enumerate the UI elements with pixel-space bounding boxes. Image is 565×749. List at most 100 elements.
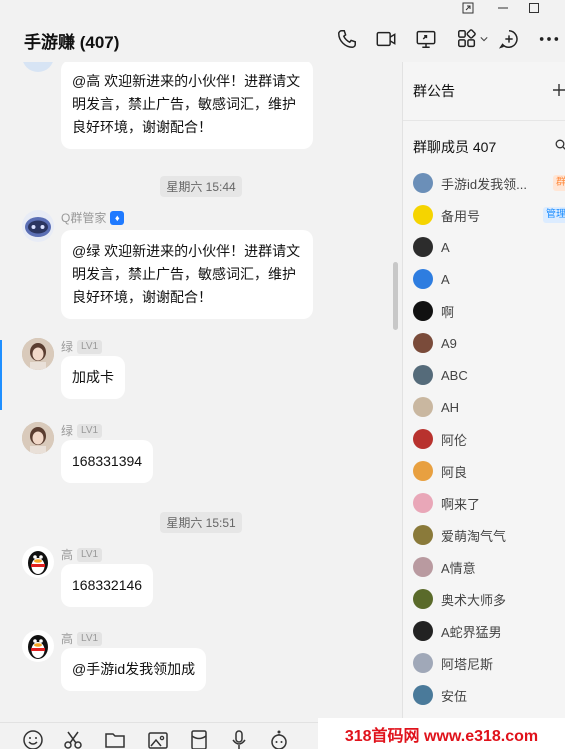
member-avatar[interactable] xyxy=(413,365,433,385)
sender-name[interactable]: 高 xyxy=(61,630,73,647)
member-name: A xyxy=(441,271,450,287)
admin-badge: 管理员 xyxy=(543,207,565,223)
member-item[interactable]: 奥术大师多 xyxy=(413,588,565,610)
more-options-icon[interactable] xyxy=(537,28,561,50)
video-call-icon[interactable] xyxy=(374,28,398,50)
new-chat-bubble-icon[interactable] xyxy=(497,28,521,50)
owner-badge: 群主 xyxy=(553,175,565,191)
member-item[interactable]: 阿塔尼斯 xyxy=(413,652,565,674)
member-avatar[interactable] xyxy=(413,493,433,513)
member-name: 阿塔尼斯 xyxy=(441,656,494,672)
level-badge: LV1 xyxy=(77,423,103,438)
member-item[interactable]: 阿伦 xyxy=(413,428,565,450)
member-name: 奥术大师多 xyxy=(441,592,507,608)
chat-title: 手游赚 (407) xyxy=(24,33,120,52)
emoji-icon[interactable] xyxy=(22,729,44,749)
member-avatar[interactable] xyxy=(413,557,433,577)
member-name: A蛇界猛男 xyxy=(441,624,502,640)
message-bubble[interactable]: 168331394 xyxy=(61,440,154,483)
member-item[interactable]: A xyxy=(413,268,565,290)
member-item[interactable]: 手游id发我领... 群主 xyxy=(413,172,565,194)
watermark: 318首码网 www.e318.com xyxy=(318,718,565,749)
sender-name[interactable]: 绿 xyxy=(61,338,73,355)
member-name: 安伍 xyxy=(441,688,468,704)
mini-app-icon[interactable] xyxy=(268,729,290,749)
red-packet-icon[interactable] xyxy=(188,729,210,749)
message-bubble[interactable]: @手游id发我领加成 xyxy=(61,648,207,691)
member-item[interactable]: 备用号 管理员 xyxy=(413,204,565,226)
member-item[interactable]: 阿良 xyxy=(413,460,565,482)
sender-info: 高 LV1 xyxy=(61,546,103,563)
folder-icon[interactable] xyxy=(104,729,126,749)
phone-call-icon[interactable] xyxy=(335,28,359,50)
member-name: 手游id发我领... xyxy=(441,176,527,192)
search-icon[interactable] xyxy=(555,138,565,150)
maximize-icon[interactable] xyxy=(528,2,540,17)
chat-message-area[interactable]: @高 欢迎新进来的小伙伴！进群请文明发言，禁止广告，敏感词汇，维护良好环境，谢谢… xyxy=(0,62,402,722)
add-announcement-icon[interactable] xyxy=(553,80,565,101)
member-name: A情意 xyxy=(441,560,476,576)
member-avatar[interactable] xyxy=(413,205,433,225)
member-item[interactable]: 啊 xyxy=(413,300,565,322)
member-avatar[interactable] xyxy=(413,269,433,289)
member-name: 备用号 xyxy=(441,208,481,224)
message-bubble[interactable]: 加成卡 xyxy=(61,356,125,399)
sender-info: Q群管家 ♦ xyxy=(61,209,125,226)
announcement-heading[interactable]: 群公告 xyxy=(413,81,455,101)
penguin-avatar[interactable] xyxy=(22,546,54,578)
member-avatar[interactable] xyxy=(413,237,433,257)
message-bubble[interactable]: @高 欢迎新进来的小伙伴！进群请文明发言，禁止广告，敏感词汇，维护良好环境，谢谢… xyxy=(61,62,313,149)
minimize-icon[interactable] xyxy=(497,2,509,17)
chevron-down-icon[interactable] xyxy=(479,28,489,50)
timestamp: 星期六 15:44 xyxy=(0,176,402,197)
member-item[interactable]: A蛇界猛男 xyxy=(413,620,565,642)
sender-name[interactable]: Q群管家 xyxy=(61,209,106,226)
sender-name[interactable]: 高 xyxy=(61,546,73,563)
pin-window-icon[interactable] xyxy=(462,2,474,17)
avatar[interactable] xyxy=(22,338,54,370)
image-icon[interactable] xyxy=(147,729,169,749)
member-avatar[interactable] xyxy=(413,589,433,609)
group-info-panel: 群公告 群聊成员 407 手游id发我领... 群主备用号 管理员 AA 啊 A9 ABC A… xyxy=(403,62,565,749)
member-avatar[interactable] xyxy=(413,525,433,545)
member-avatar[interactable] xyxy=(413,621,433,641)
member-avatar[interactable] xyxy=(413,301,433,321)
member-name: AH xyxy=(441,399,460,415)
group-bot-badge-icon: ♦ xyxy=(110,210,125,225)
member-avatar[interactable] xyxy=(413,653,433,673)
microphone-icon[interactable] xyxy=(228,729,250,749)
message-bubble[interactable]: 168332146 xyxy=(61,564,154,607)
screen-share-icon[interactable] xyxy=(414,28,438,50)
member-avatar[interactable] xyxy=(413,333,433,353)
sender-info: 绿 LV1 xyxy=(61,422,103,439)
member-avatar[interactable] xyxy=(413,685,433,705)
timestamp: 星期六 15:51 xyxy=(0,512,402,533)
member-name: 爱萌淘气气 xyxy=(441,528,507,544)
member-name: 啊 xyxy=(441,304,455,320)
member-avatar[interactable] xyxy=(413,397,433,417)
scissors-icon[interactable] xyxy=(62,729,84,749)
member-avatar[interactable] xyxy=(413,429,433,449)
member-item[interactable]: A情意 xyxy=(413,556,565,578)
divider xyxy=(403,120,565,121)
sender-name[interactable]: 绿 xyxy=(61,422,73,439)
member-item[interactable]: 安伍 xyxy=(413,684,565,706)
member-item[interactable]: ABC xyxy=(413,364,565,386)
member-item[interactable]: AH xyxy=(413,396,565,418)
member-item[interactable]: 啊来了 xyxy=(413,492,565,514)
apps-grid-icon[interactable] xyxy=(455,28,479,50)
member-avatar[interactable] xyxy=(413,461,433,481)
bot-avatar[interactable] xyxy=(22,210,54,242)
member-item[interactable]: 爱萌淘气气 xyxy=(413,524,565,546)
members-heading: 群聊成员 407 xyxy=(413,139,497,155)
avatar[interactable] xyxy=(22,422,54,454)
avatar[interactable] xyxy=(22,62,54,72)
message-bubble[interactable]: @绿 欢迎新进来的小伙伴！进群请文明发言，禁止广告，敏感词汇，维护良好环境，谢谢… xyxy=(61,230,313,319)
member-name: 阿良 xyxy=(441,464,468,480)
member-name: A9 xyxy=(441,335,457,351)
member-item[interactable]: A9 xyxy=(413,332,565,354)
chat-scrollbar[interactable] xyxy=(393,262,398,330)
member-item[interactable]: A xyxy=(413,236,565,258)
penguin-avatar[interactable] xyxy=(22,630,54,662)
member-avatar[interactable] xyxy=(413,173,433,193)
